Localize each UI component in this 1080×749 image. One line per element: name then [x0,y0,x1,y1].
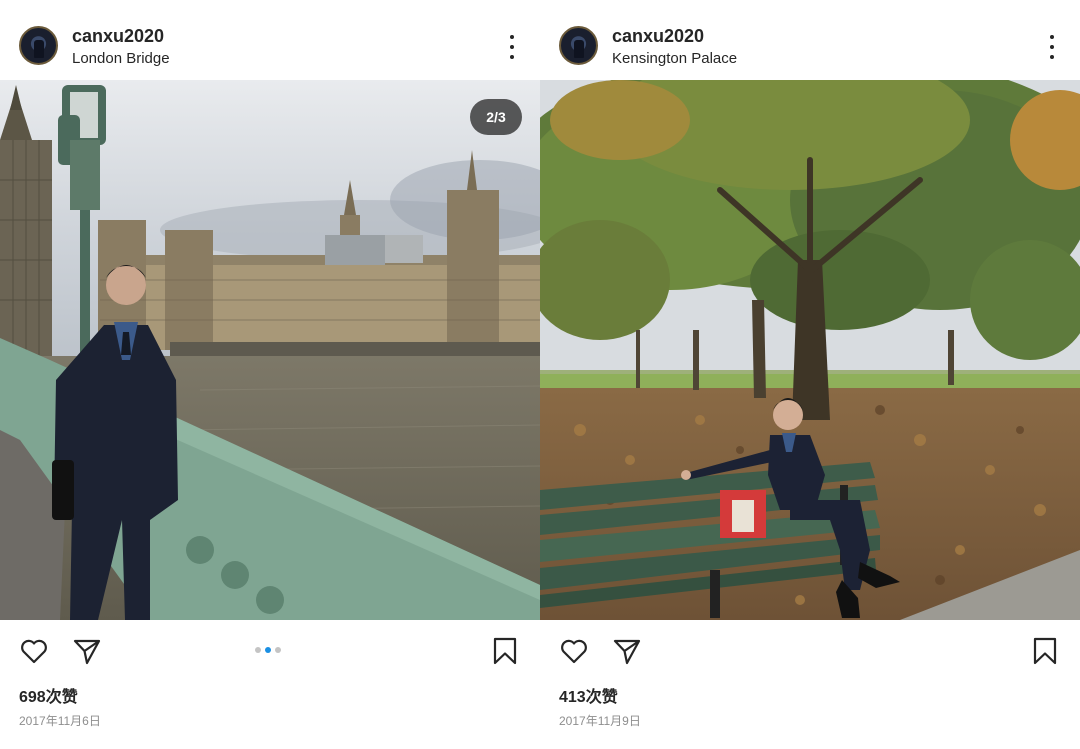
like-count[interactable]: 698次赞 [19,683,78,707]
bookmark-icon[interactable] [1030,636,1060,666]
post-actions [540,620,1080,680]
post-photo-park-bench[interactable] [540,80,1080,620]
location-link[interactable]: London Bridge [72,50,170,67]
send-icon[interactable] [612,636,642,666]
post-card-kensington-palace: canxu2020 Kensington Palace 413次赞 2017年1… [540,0,1080,749]
image-counter-badge: 2/3 [470,99,522,135]
post-card-london-bridge: canxu2020 London Bridge 2/3 698次赞 2017年1… [0,0,540,749]
more-options-icon[interactable] [1048,35,1056,59]
more-options-icon[interactable] [508,35,516,59]
photo-westminster-scene [0,80,540,620]
heart-icon[interactable] [19,636,49,666]
post-actions [0,620,540,680]
carousel-dot-active [265,647,271,653]
profile-avatar[interactable] [19,26,58,65]
location-link[interactable]: Kensington Palace [612,50,737,67]
post-header: canxu2020 London Bridge [0,0,540,80]
like-count[interactable]: 413次赞 [559,683,618,707]
carousel-indicator [255,647,281,653]
post-date: 2017年11月6日 [19,714,101,728]
username[interactable]: canxu2020 [72,26,164,47]
profile-avatar[interactable] [559,26,598,65]
username[interactable]: canxu2020 [612,26,704,47]
send-icon[interactable] [72,636,102,666]
carousel-dot [255,647,261,653]
post-date: 2017年11月9日 [559,714,641,728]
post-header: canxu2020 Kensington Palace [540,0,1080,80]
carousel-dot [275,647,281,653]
photo-park-scene [540,80,1080,620]
post-photo-westminster[interactable]: 2/3 [0,80,540,620]
heart-icon[interactable] [559,636,589,666]
bookmark-icon[interactable] [490,636,520,666]
